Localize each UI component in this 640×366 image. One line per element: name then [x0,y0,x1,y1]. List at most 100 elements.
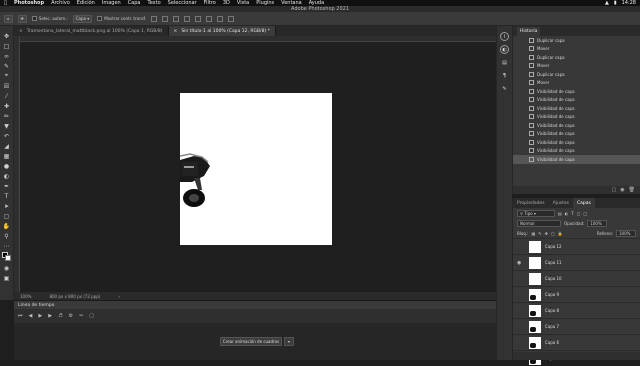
distribute-icon[interactable] [217,15,224,22]
color-panel-icon[interactable]: ◐ [500,45,509,54]
opacity-field[interactable]: 100% [587,219,608,227]
eyedropper-tool-icon[interactable]: ⁄ [2,92,11,100]
screen-mode-icon[interactable]: ▣ [2,274,11,282]
play-icon[interactable]: ▶ [38,313,42,319]
zoom-tool-icon[interactable]: ⚲ [2,232,11,240]
filter-smart-icon[interactable]: □ [584,211,588,216]
audio-icon[interactable]: ♬ [58,313,62,319]
crop-tool-icon[interactable]: ⌖ [2,72,11,80]
fill-field[interactable]: 100% [616,229,636,237]
lock-paint-icon[interactable]: ✎ [538,231,541,236]
layer-row[interactable]: ◉ Capa 11 [513,254,640,270]
doc-tab-2[interactable]: × Sin título-1 al 100% (Capa 12, RGB/8) … [168,26,276,36]
history-item[interactable]: Visibilidad de capa [513,130,640,139]
autoselect-checkbox[interactable] [31,16,37,21]
blend-mode-select[interactable]: Normal [517,219,561,227]
document-canvas[interactable] [180,93,332,245]
pen-tool-icon[interactable]: ✒ [2,182,11,190]
gradient-tool-icon[interactable]: ▦ [2,152,11,160]
autoselect-target-select[interactable]: Capa ▾ [72,14,93,23]
history-item[interactable]: Mover [513,45,640,54]
rectangle-tool-icon[interactable]: ▢ [2,212,11,220]
more-options-icon[interactable] [228,15,235,22]
history-item[interactable]: Visibilidad de capa [513,138,640,147]
layer-row[interactable]: Capa 8 [513,302,640,318]
history-item[interactable]: Visibilidad de capa [513,147,640,156]
info-icon[interactable]: i [500,32,509,41]
layer-filter-select[interactable]: ⚲ Tipo ▾ [517,209,555,217]
eraser-tool-icon[interactable]: ◢ [2,142,11,150]
close-icon[interactable]: × [19,29,23,34]
visibility-eye-icon[interactable]: ◉ [517,260,525,266]
tab-layers[interactable]: Capas [573,198,595,208]
lock-position-icon[interactable]: ✥ [545,231,548,236]
lock-artboard-icon[interactable]: ▢ [551,231,555,236]
zoom-level[interactable]: 100% [20,294,31,299]
type-tool-icon[interactable]: T [2,192,11,200]
timeline-panel-header[interactable]: Línea de tiempo [14,300,496,309]
brush-tool-icon[interactable]: ✏ [2,112,11,120]
doc-tab-1[interactable]: × Tramontana_lateral_mattblack.png al 10… [14,26,169,36]
layer-row[interactable]: Capa 6 [513,334,640,350]
healing-tool-icon[interactable]: ✚ [2,102,11,110]
filter-type-icon[interactable]: T [571,211,573,216]
history-item[interactable]: Mover [513,79,640,88]
history-item[interactable]: Duplicar capa [513,53,640,62]
show-transform-checkbox[interactable] [97,16,103,21]
animation-type-dropdown[interactable]: ▾ [284,337,294,346]
filter-adjust-icon[interactable]: ◐ [565,211,569,216]
history-brush-tool-icon[interactable]: ↶ [2,132,11,140]
autoselect-option[interactable]: Selec. autom.: [31,16,68,21]
more-tools-icon[interactable]: ⋯ [2,242,11,250]
layer-row[interactable]: Capa 10 [513,270,640,286]
snapshot-icon[interactable]: ◉ [620,187,624,193]
tab-properties[interactable]: Propiedades [513,198,549,208]
layer-row[interactable]: Capa 7 [513,318,640,334]
history-item[interactable]: Visibilidad de capa [513,113,640,122]
history-item[interactable]: Visibilidad de capa [513,155,640,164]
filter-pixel-icon[interactable]: ▤ [558,211,562,216]
layer-row[interactable]: Capa 12 [513,238,640,254]
path-select-tool-icon[interactable]: ➤ [2,202,11,210]
new-document-icon[interactable]: ▢ [612,187,617,193]
brush-settings-icon[interactable]: ✎ [500,84,509,93]
history-item[interactable]: Mover [513,62,640,71]
frame-tool-icon[interactable]: ☒ [2,82,11,90]
lasso-tool-icon[interactable]: ∞ [2,52,11,60]
history-item[interactable]: Visibilidad de capa [513,87,640,96]
filter-shape-icon[interactable]: ▢ [577,211,581,216]
color-swatches-icon[interactable] [1,252,12,262]
align-left-icon[interactable] [151,15,158,22]
adjustments-icon[interactable]: ▤ [500,58,509,67]
history-item[interactable]: Duplicar capa [513,70,640,79]
settings-icon[interactable]: ⚙ [69,313,73,319]
close-icon[interactable]: × [174,29,178,34]
align-right-icon[interactable] [173,15,180,22]
home-button[interactable]: ⌂ [4,14,13,23]
hand-tool-icon[interactable]: ✋ [2,222,11,230]
align-top-icon[interactable] [184,15,191,22]
blur-tool-icon[interactable]: ● [2,162,11,170]
dodge-tool-icon[interactable]: ◐ [2,172,11,180]
move-tool-preset[interactable]: ✥ [17,14,27,23]
lock-all-icon[interactable]: 🔒 [558,231,563,236]
history-item[interactable]: Visibilidad de capa [513,104,640,113]
next-frame-icon[interactable]: ▶ [48,313,52,319]
paragraph-icon[interactable]: ¶ [500,71,509,80]
quick-select-tool-icon[interactable]: ✎ [2,62,11,70]
marquee-tool-icon[interactable]: □ [2,42,11,50]
history-item[interactable]: Visibilidad de capa [513,96,640,105]
document-info[interactable]: 800 px x 800 px (72 ppp) [49,294,100,299]
stamp-tool-icon[interactable]: ▼ [2,122,11,130]
align-bottom-icon[interactable] [206,15,213,22]
transition-icon[interactable]: ▢ [89,313,94,319]
quick-mask-icon[interactable]: ◉ [2,264,11,272]
tab-adjustments[interactable]: Ajustes [549,198,573,208]
status-arrow-icon[interactable]: › [118,294,120,299]
layer-row[interactable]: Capa 9 [513,286,640,302]
history-item[interactable]: Visibilidad de capa [513,121,640,130]
prev-frame-icon[interactable]: ◀ [29,313,33,319]
align-middle-icon[interactable] [195,15,202,22]
create-frame-animation-button[interactable]: Crear animación de cuadros [220,337,282,346]
history-tab[interactable]: Historia [513,26,640,36]
